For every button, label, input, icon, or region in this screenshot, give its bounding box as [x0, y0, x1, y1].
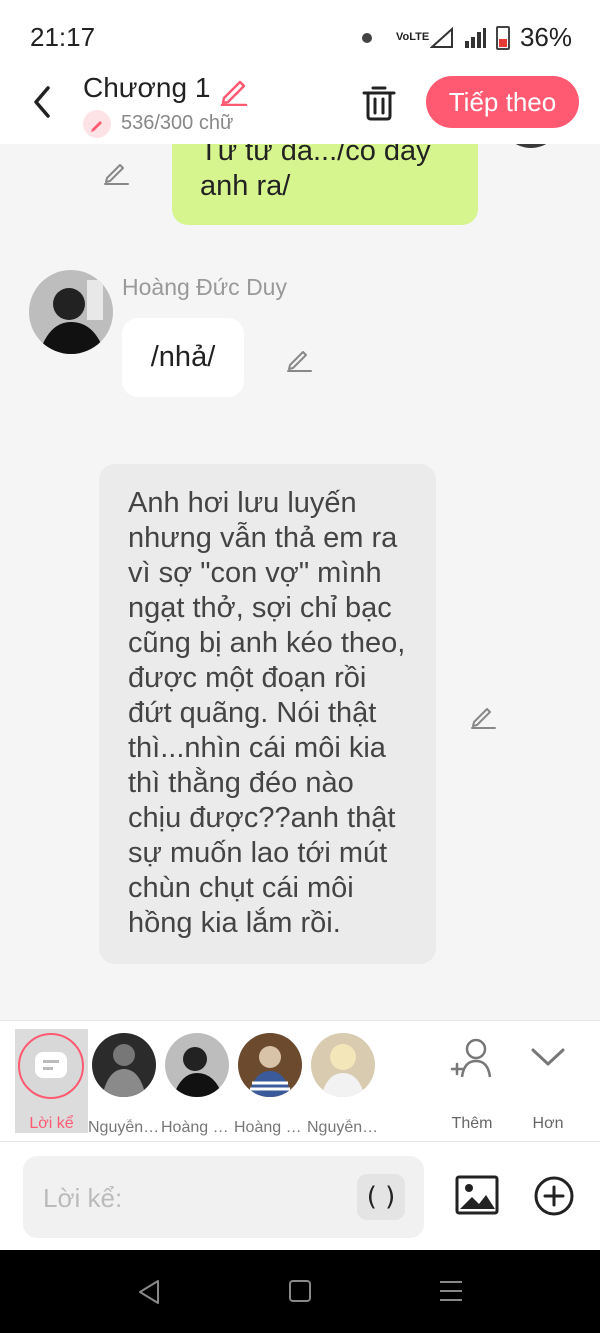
character-name: Hoàng Đứ... — [161, 1119, 234, 1136]
back-arrow-icon[interactable] — [26, 82, 62, 122]
notification-dot-icon — [361, 32, 372, 43]
character-name: Hoàng Đứ... — [234, 1119, 307, 1136]
add-character-button[interactable]: Thêm — [436, 1037, 508, 1137]
battery-icon — [495, 25, 510, 50]
pencil-badge-icon — [83, 110, 111, 138]
narrator-label: Lời kể — [29, 1115, 74, 1132]
word-count: 536/300 chữ — [121, 112, 234, 134]
narration-line: được một đoạn rồi — [128, 662, 367, 694]
nav-home-icon[interactable] — [289, 1280, 311, 1302]
message-text-line: Từ từ đã.../cô đầy — [200, 144, 431, 167]
chevron-down-icon — [531, 1048, 565, 1066]
nav-back-icon[interactable] — [136, 1278, 162, 1306]
narration-line: cũng bị anh kéo theo, — [128, 627, 406, 659]
message-bubble[interactable]: /nhả/ — [122, 318, 244, 397]
wifi-signal-icon — [429, 26, 453, 48]
cell-signal-icon — [464, 27, 486, 48]
avatar — [500, 144, 562, 148]
narration-line: chịu được??anh thật — [128, 802, 396, 834]
narration-line: hồng kia lắm rồi. — [128, 907, 341, 939]
edit-title-icon[interactable] — [218, 74, 250, 106]
narrator-icon — [18, 1033, 84, 1099]
character-name: Nguyễn Q... — [307, 1119, 380, 1136]
narration-line: thì...nhìn cái môi kia — [128, 732, 386, 764]
narration-line: sự muốn lao tới mút — [128, 837, 388, 869]
edit-message-icon[interactable] — [284, 343, 314, 373]
next-chapter-button[interactable]: Tiếp theo — [426, 76, 579, 128]
editor-header: Chương 1 536/300 chữ Tiếp theo — [0, 72, 600, 144]
character-name: Nguyễn Q... — [88, 1119, 161, 1136]
avatar — [311, 1033, 375, 1097]
narration-line: thì thằng đéo nào — [128, 767, 354, 799]
status-bar: 21:17 VoLTE 36% — [0, 0, 600, 72]
compose-bar: ( ) — [0, 1142, 600, 1250]
narration-bubble[interactable]: Anh hơi lưu luyến nhưng vẫn thả em ra vì… — [99, 464, 436, 964]
avatar[interactable] — [29, 270, 113, 354]
sender-name: Hoàng Đức Duy — [122, 274, 287, 300]
chat-area[interactable]: Từ từ đã.../cô đầy anh ra/ Hoàng Đức Duy… — [0, 144, 600, 1020]
trash-icon[interactable] — [360, 82, 398, 122]
narration-line: nhưng vẫn thả em ra — [128, 522, 398, 554]
add-character-label: Thêm — [451, 1115, 493, 1132]
message-text: /nhả/ — [150, 341, 216, 373]
status-time: 21:17 — [30, 22, 96, 52]
avatar — [238, 1033, 302, 1097]
system-nav-bar — [0, 1250, 600, 1333]
narration-line: chùn chụt cái môi — [128, 872, 354, 904]
avatar — [165, 1033, 229, 1097]
status-icons: VoLTE 36% — [361, 22, 572, 53]
nav-menu-icon[interactable] — [438, 1278, 464, 1304]
add-person-icon — [450, 1038, 492, 1078]
edit-message-icon[interactable] — [101, 156, 131, 186]
character-selector: Lời kể Nguyễn Q... Hoàng Đứ... Hoàng Đứ.… — [0, 1020, 600, 1142]
action-parentheses-button[interactable]: ( ) — [357, 1174, 405, 1220]
more-characters-button[interactable]: Hơn — [516, 1037, 580, 1137]
volte-icon: VoLTE — [395, 31, 430, 43]
narration-line: vì sợ "con vợ" mình — [128, 557, 382, 589]
edit-message-icon[interactable] — [468, 700, 498, 730]
message-text-line: anh ra/ — [200, 170, 291, 202]
narration-line: Anh hơi lưu luyến — [128, 487, 357, 519]
narrator-option[interactable]: Lời kể — [15, 1029, 88, 1133]
narration-line: đứt quãng. Nói thật — [128, 697, 377, 729]
compose-box[interactable]: ( ) — [23, 1156, 424, 1238]
add-circle-icon[interactable] — [533, 1175, 575, 1217]
more-label: Hơn — [532, 1115, 564, 1132]
avatar — [92, 1033, 156, 1097]
battery-percent: 36% — [519, 22, 572, 52]
message-bubble[interactable]: Từ từ đã.../cô đầy anh ra/ — [172, 144, 478, 225]
chapter-title[interactable]: Chương 1 — [83, 72, 210, 104]
message-input[interactable] — [43, 1178, 343, 1218]
image-icon[interactable] — [455, 1175, 499, 1215]
narration-line: ngạt thở, sợi chỉ bạc — [128, 592, 392, 624]
